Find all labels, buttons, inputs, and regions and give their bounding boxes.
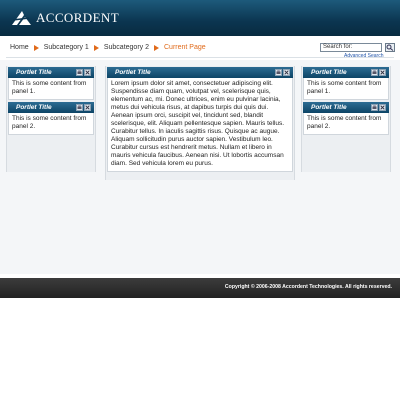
portlet: Portlet Title This is some content from …	[303, 102, 389, 135]
print-icon	[372, 105, 377, 109]
print-icon	[276, 70, 281, 74]
footer: Copyright © 2006-2008 Accordent Technolo…	[0, 278, 400, 298]
middle-column: Portlet Title Lorem ipsum dolor sit amet…	[105, 66, 295, 180]
portlet-body: Lorem ipsum dolor sit amet, consectetuer…	[107, 78, 293, 172]
logo[interactable]: ACCORDENT	[10, 9, 119, 27]
print-icon	[372, 70, 377, 74]
advanced-search-link[interactable]: Advanced Search	[344, 53, 383, 59]
portlet-title: Portlet Title	[16, 69, 52, 76]
close-button[interactable]	[84, 69, 91, 76]
print-button[interactable]	[371, 104, 378, 111]
breadcrumb-subcategory-2[interactable]: Subcategory 2	[104, 44, 149, 51]
close-button[interactable]	[379, 104, 386, 111]
close-icon	[380, 70, 385, 75]
search-button[interactable]	[385, 43, 395, 52]
portlet: Portlet Title Lorem ipsum dolor sit amet…	[107, 67, 293, 172]
print-button[interactable]	[371, 69, 378, 76]
portlet-title-bar[interactable]: Portlet Title	[303, 67, 389, 78]
portlet-body: This is some content from panel 2.	[303, 113, 389, 135]
header-divider	[6, 57, 394, 58]
print-icon	[77, 105, 82, 109]
close-button[interactable]	[379, 69, 386, 76]
close-button[interactable]	[84, 104, 91, 111]
search-input[interactable]: Search for:	[320, 43, 382, 52]
app: ACCORDENT Home Subcategory 1 Subcategory…	[0, 0, 400, 400]
portlet-title: Portlet Title	[311, 104, 347, 111]
breadcrumb-current-page: Current Page	[164, 44, 206, 51]
breadcrumb-arrow-icon	[93, 44, 99, 51]
breadcrumb-home[interactable]: Home	[10, 44, 29, 51]
right-column: Portlet Title This is some content from …	[301, 66, 391, 172]
breadcrumb-subcategory-1[interactable]: Subcategory 1	[44, 44, 89, 51]
portlet-title: Portlet Title	[16, 104, 52, 111]
breadcrumb: Home Subcategory 1 Subcategory 2 Current…	[10, 44, 206, 51]
portlet: Portlet Title This is some content from …	[8, 102, 94, 135]
left-column: Portlet Title This is some content from …	[6, 66, 96, 172]
logo-text: ACCORDENT	[36, 10, 120, 25]
print-icon	[77, 70, 82, 74]
portlet-title: Portlet Title	[311, 69, 347, 76]
close-icon	[284, 70, 289, 75]
close-icon	[85, 70, 90, 75]
print-button[interactable]	[275, 69, 282, 76]
close-icon	[85, 105, 90, 110]
portlet-title-bar[interactable]: Portlet Title	[8, 67, 94, 78]
portlet-title-bar[interactable]: Portlet Title	[303, 102, 389, 113]
copyright-text: Copyright © 2006-2008 Accordent Technolo…	[224, 284, 392, 290]
portlet-body: This is some content from panel 1.	[303, 78, 389, 100]
print-button[interactable]	[76, 104, 83, 111]
breadcrumb-arrow-icon	[154, 44, 159, 51]
breadcrumb-arrow-icon	[33, 44, 39, 51]
portlet: Portlet Title This is some content from …	[303, 67, 389, 100]
accordent-logo-icon	[12, 11, 31, 25]
portlet-title: Portlet Title	[115, 69, 151, 76]
portlet-body: This is some content from panel 2.	[8, 113, 94, 135]
search-icon	[386, 44, 394, 51]
close-icon	[380, 105, 385, 110]
portlet-body: This is some content from panel 1.	[8, 78, 94, 100]
portlet: Portlet Title This is some content from …	[8, 67, 94, 100]
header: ACCORDENT	[0, 0, 400, 36]
close-button[interactable]	[283, 69, 290, 76]
content-area: Portlet Title This is some content from …	[0, 60, 400, 274]
print-button[interactable]	[76, 69, 83, 76]
portlet-title-bar[interactable]: Portlet Title	[107, 67, 293, 78]
portlet-title-bar[interactable]: Portlet Title	[8, 102, 94, 113]
